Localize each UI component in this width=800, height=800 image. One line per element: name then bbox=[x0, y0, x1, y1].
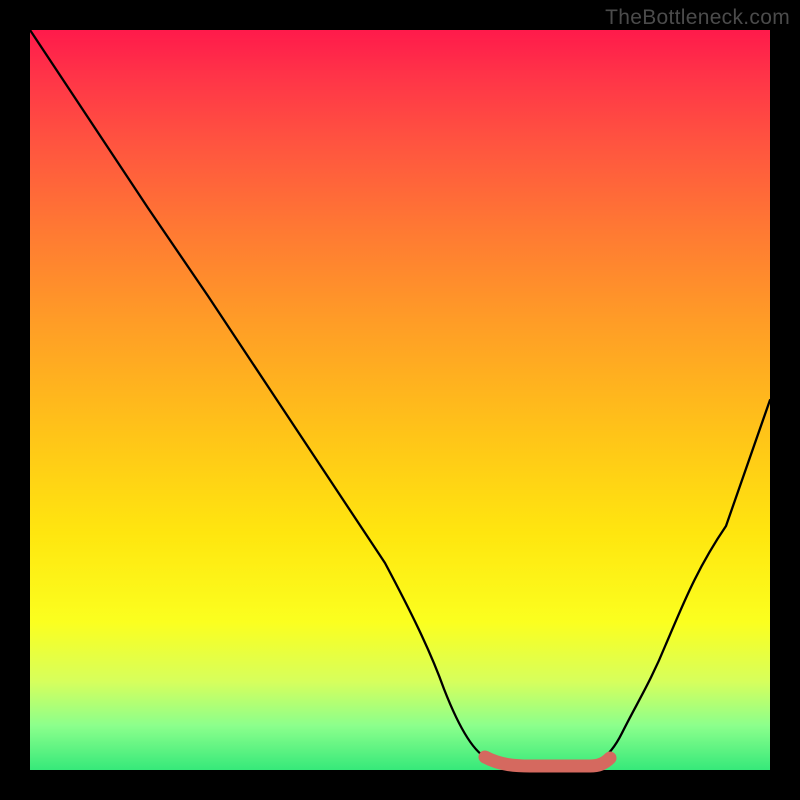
chart-frame: TheBottleneck.com bbox=[0, 0, 800, 800]
plot-area bbox=[30, 30, 770, 770]
curve-svg bbox=[30, 30, 770, 770]
optimal-zone-highlight bbox=[485, 757, 610, 766]
watermark-label: TheBottleneck.com bbox=[605, 6, 790, 30]
bottleneck-curve bbox=[30, 30, 770, 766]
